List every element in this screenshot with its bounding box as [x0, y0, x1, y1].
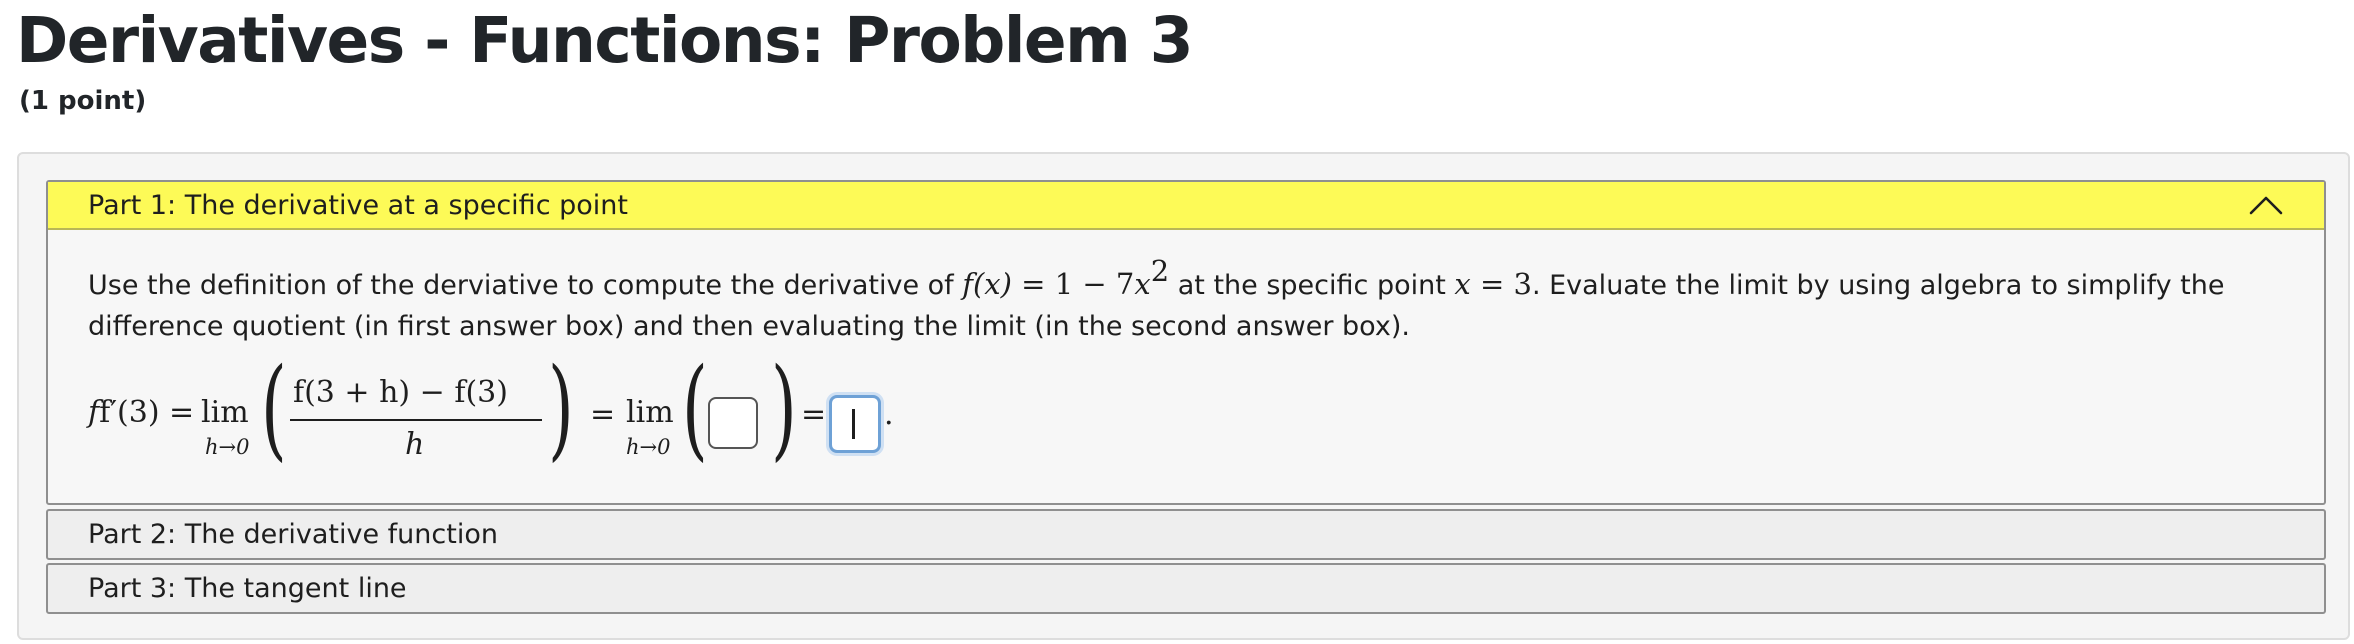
part-1-title: Part 1: The derivative at a specific poi… [88, 189, 628, 221]
fraction-line [290, 419, 542, 421]
text-cursor [852, 409, 855, 439]
lim2-label: lim [626, 395, 674, 430]
formula-lhs: f′(3) = [99, 395, 195, 430]
equals-2: = [801, 397, 827, 432]
part-3-panel[interactable]: Part 3: The tangent line [46, 563, 2326, 614]
left-paren: ( [261, 344, 287, 472]
formula-period: . [884, 397, 894, 432]
points-label: (1 point) [19, 86, 147, 116]
problem-statement: Use the definition of the derviative to … [88, 254, 2225, 343]
lim-label: lim [201, 395, 249, 430]
answer-box-1[interactable] [708, 397, 758, 449]
denominator: h [405, 427, 425, 462]
part-1-header[interactable]: Part 1: The derivative at a specific poi… [48, 182, 2324, 230]
numerator: f(3 + h) − f(3) [293, 375, 508, 410]
lim-subscript: h→0 [205, 435, 250, 459]
right-paren-2: ) [771, 344, 797, 472]
part-1-panel: Part 1: The derivative at a specific poi… [46, 180, 2326, 505]
page-title: Derivatives - Functions: Problem 3 [16, 4, 1194, 77]
part-2-header[interactable]: Part 2: The derivative function [48, 511, 2324, 558]
limit-formula: ff′(3) = lim h→0 ( f(3 + h) − f(3) h ) =… [88, 344, 894, 472]
lim2-subscript: h→0 [626, 435, 671, 459]
part-2-title: Part 2: The derivative function [88, 519, 498, 550]
part-3-title: Part 3: The tangent line [88, 573, 407, 604]
answer-box-2[interactable] [829, 395, 881, 453]
part-2-panel[interactable]: Part 2: The derivative function [46, 509, 2326, 560]
equals-1: = [590, 397, 616, 432]
chevron-up-icon[interactable] [2248, 193, 2284, 217]
part-3-header[interactable]: Part 3: The tangent line [48, 565, 2324, 612]
left-paren-2: ( [682, 344, 708, 472]
right-paren: ) [548, 344, 574, 472]
fx-symbol: f(x) [962, 267, 1012, 301]
